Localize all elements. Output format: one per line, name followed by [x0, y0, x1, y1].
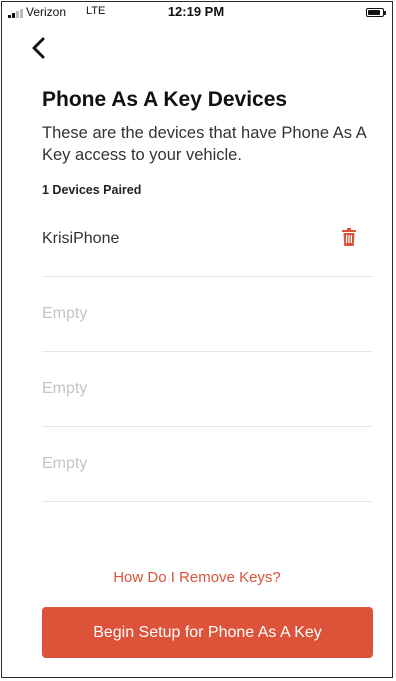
app-frame: Verizon LTE 12:19 PM Phone As A Key Devi… — [1, 1, 393, 678]
device-row: Empty — [42, 277, 372, 352]
back-button[interactable] — [30, 36, 52, 60]
empty-slot-label: Empty — [42, 305, 88, 322]
device-row: Empty — [42, 427, 372, 502]
device-name: KrisiPhone — [42, 230, 120, 247]
page-title: Phone As A Key Devices — [42, 88, 288, 111]
battery-icon — [366, 8, 386, 17]
chevron-left-icon — [32, 37, 45, 59]
trash-icon[interactable] — [342, 228, 356, 246]
empty-slot-label: Empty — [42, 455, 88, 472]
device-row: Empty — [42, 352, 372, 427]
remove-keys-link[interactable]: How Do I Remove Keys? — [2, 569, 392, 586]
status-bar: Verizon LTE 12:19 PM — [8, 4, 386, 22]
clock: 12:19 PM — [167, 4, 225, 19]
page-description: These are the devices that have Phone As… — [42, 124, 366, 164]
paired-count-label: 1 Devices Paired — [42, 183, 142, 197]
device-list: KrisiPhone Empty Empty Empty — [42, 202, 372, 502]
device-row: KrisiPhone — [42, 202, 372, 277]
empty-slot-label: Empty — [42, 380, 88, 397]
begin-setup-button[interactable]: Begin Setup for Phone As A Key — [42, 607, 373, 658]
